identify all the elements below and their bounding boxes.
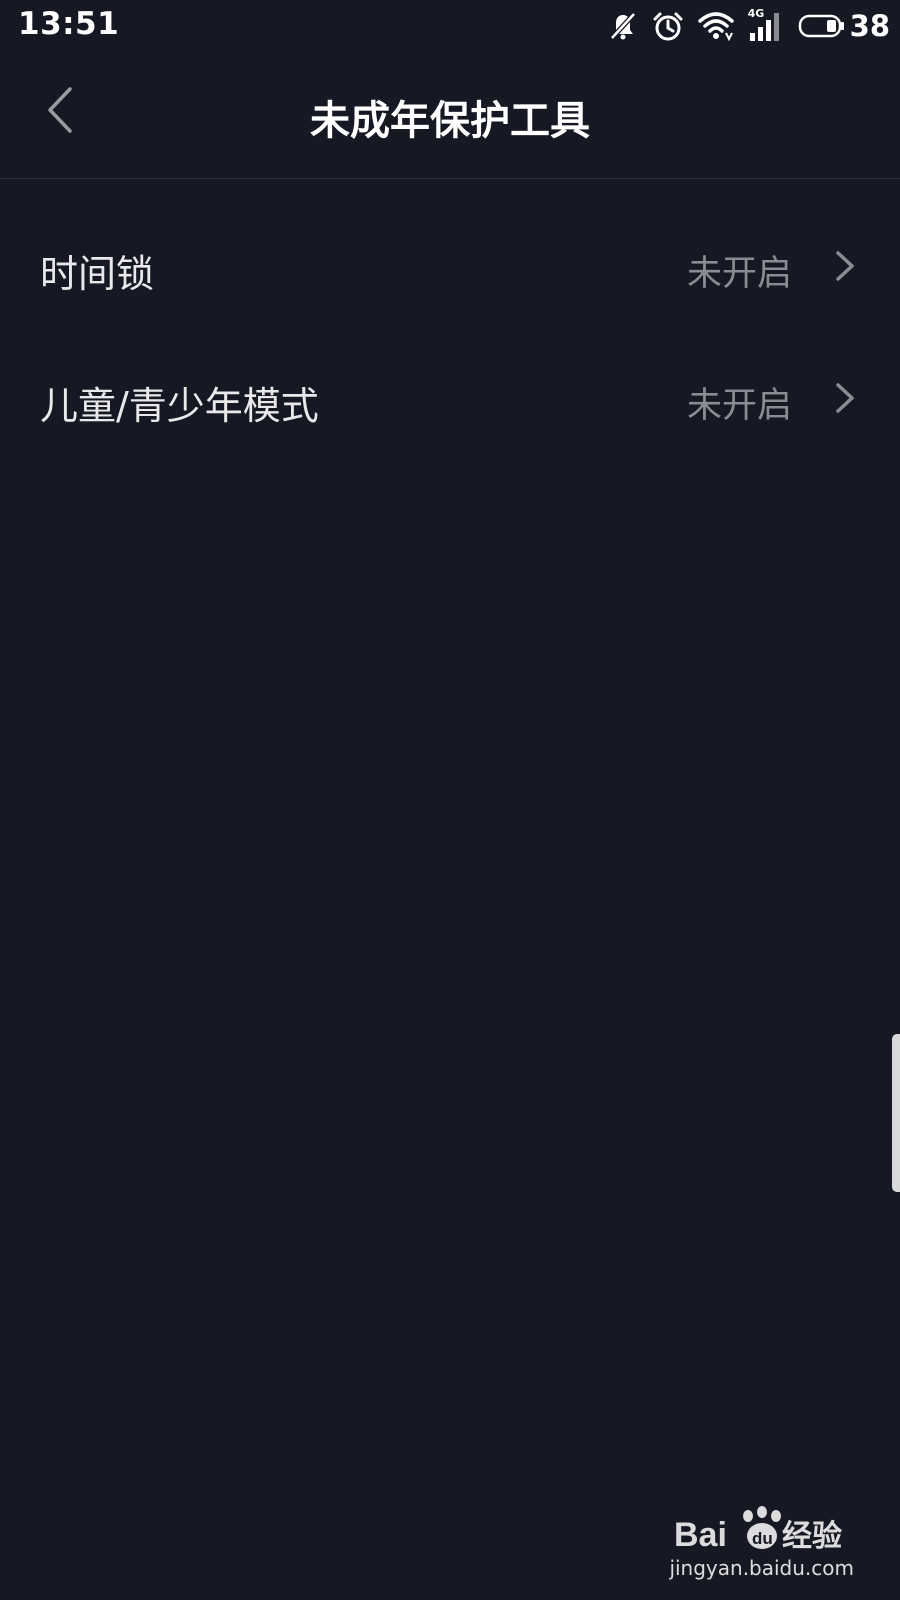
- svg-text:Bai: Bai: [674, 1516, 727, 1554]
- watermark: Bai du 经验 jingyan.baidu.com: [669, 1502, 854, 1586]
- watermark-domain: jingyan.baidu.com: [669, 1556, 854, 1580]
- signal-4g-icon: 4G: [748, 7, 784, 43]
- chevron-right-icon: [834, 382, 856, 414]
- settings-item-status: 未开启: [686, 386, 792, 426]
- settings-item-label: 儿童/青少年模式: [40, 384, 319, 428]
- svg-text:经验: 经验: [782, 1519, 842, 1554]
- alarm-icon: [652, 10, 684, 42]
- scroll-handle[interactable]: [892, 1034, 900, 1192]
- status-time: 13:51: [18, 6, 120, 42]
- settings-item-status: 未开启: [686, 254, 792, 294]
- battery-indicator: 38: [798, 9, 890, 43]
- settings-item-time-lock[interactable]: 时间锁 未开启: [0, 200, 900, 332]
- bell-muted-icon: [608, 11, 638, 41]
- status-bar: 13:51 4G 38: [0, 0, 900, 52]
- settings-item-youth-mode[interactable]: 儿童/青少年模式 未开启: [0, 332, 900, 464]
- status-icons: 4G 38: [608, 7, 890, 44]
- settings-list: 时间锁 未开启 儿童/青少年模式 未开启: [0, 200, 900, 464]
- chevron-right-icon: [834, 250, 856, 282]
- page-title: 未成年保护工具: [310, 98, 590, 144]
- wifi-icon: [697, 11, 734, 41]
- battery-level: 38: [849, 9, 890, 43]
- svg-text:du: du: [752, 1529, 773, 1548]
- settings-item-label: 时间锁: [40, 252, 155, 296]
- baidu-jingyan-logo: Bai du 经验: [674, 1506, 842, 1554]
- header: 未成年保护工具: [0, 52, 900, 179]
- battery-icon: [798, 13, 846, 39]
